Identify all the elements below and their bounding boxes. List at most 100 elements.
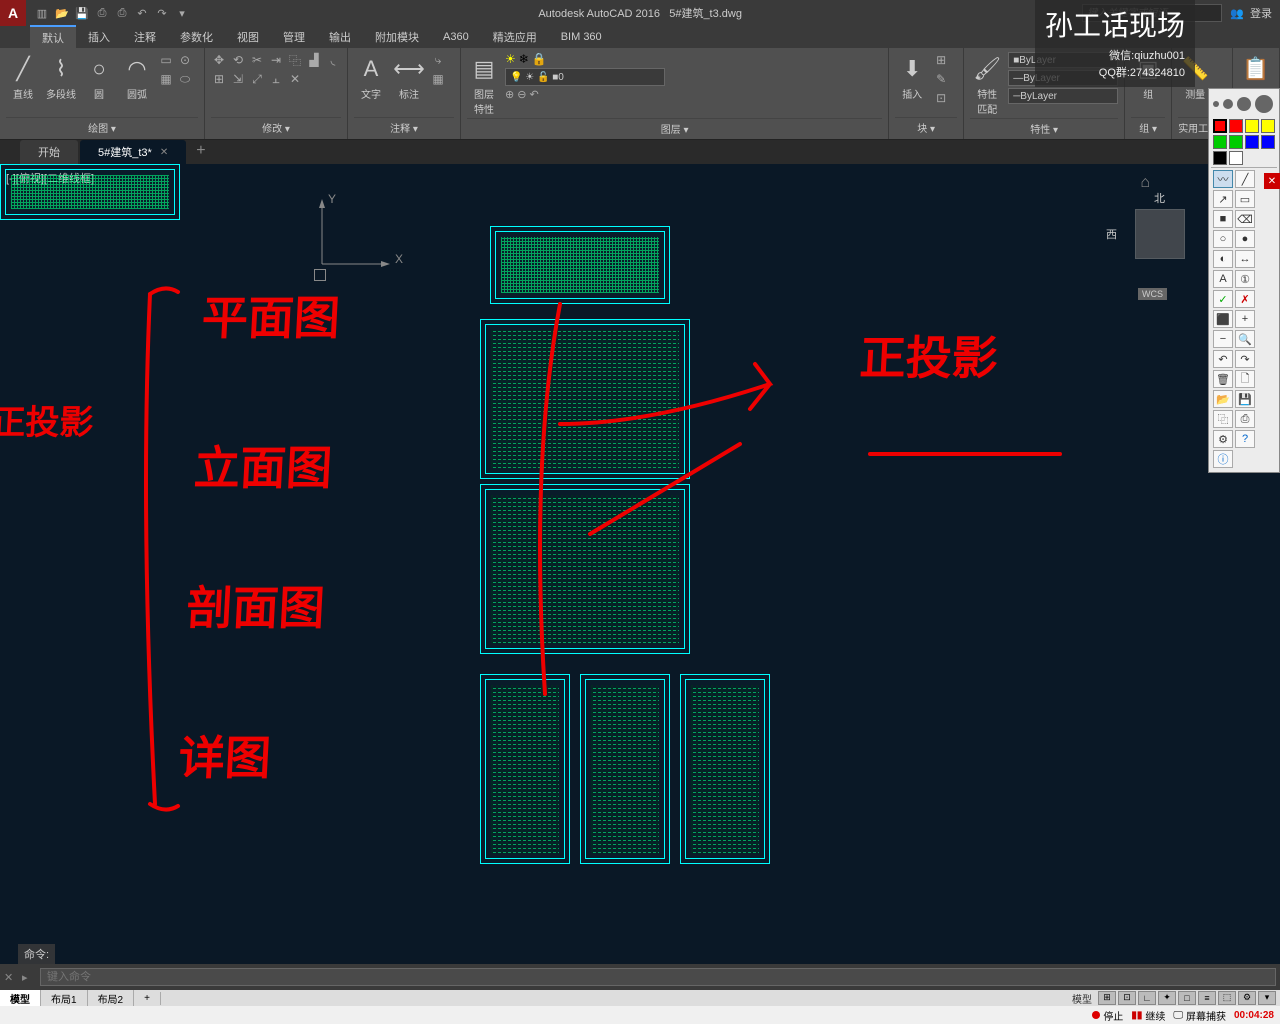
tab-insert[interactable]: 插入: [76, 26, 122, 48]
layer-match-icon[interactable]: ⊕: [505, 88, 514, 101]
fillet-icon[interactable]: ◟: [325, 52, 341, 68]
tool-ellipse[interactable]: ○: [1213, 230, 1233, 248]
color-green2[interactable]: [1229, 135, 1243, 149]
panel-modify-title[interactable]: 修改 ▾: [211, 117, 341, 135]
tool-arrow[interactable]: ↗: [1213, 190, 1233, 208]
attr-icon[interactable]: ⊡: [933, 90, 949, 106]
circle-button[interactable]: ○圆: [82, 52, 116, 103]
grid-toggle[interactable]: ⊞: [1098, 991, 1116, 1005]
tab-bim360[interactable]: BIM 360: [549, 28, 614, 46]
tool-rectfill[interactable]: ■: [1213, 210, 1233, 228]
edit-block-icon[interactable]: ✎: [933, 71, 949, 87]
tab-default[interactable]: 默认: [30, 25, 76, 49]
toolbox-close-button[interactable]: ✕: [1264, 173, 1280, 189]
panel-annot-title[interactable]: 注释 ▾: [354, 117, 454, 135]
cad-drawing-sheet[interactable]: [480, 484, 690, 654]
color-yellow[interactable]: [1245, 119, 1259, 133]
stretch-icon[interactable]: ⇲: [230, 71, 246, 87]
drawing-area[interactable]: [-][俯视][二维线框] Y X 正投影 平面图 立面图 剖面图 详图 正投影: [0, 164, 1280, 964]
osnap-toggle[interactable]: □: [1178, 991, 1196, 1005]
layer-lock-icon[interactable]: 🔒: [532, 52, 547, 66]
tool-minus[interactable]: −: [1213, 330, 1233, 348]
signin-button[interactable]: 登录: [1250, 5, 1272, 21]
tool-redo[interactable]: ↷: [1235, 350, 1255, 368]
array-icon[interactable]: ⊞: [211, 71, 227, 87]
cad-drawing-sheet[interactable]: [480, 674, 570, 864]
panel-draw-title[interactable]: 绘图 ▾: [6, 117, 198, 135]
tab-output[interactable]: 输出: [317, 26, 363, 48]
tab-annotate[interactable]: 注释: [122, 26, 168, 48]
layer-dropdown[interactable]: 💡 ☀ 🔓 ■ 0: [505, 68, 665, 86]
tool-check[interactable]: ✓: [1213, 290, 1233, 308]
tool-line[interactable]: ╱: [1235, 170, 1255, 188]
color-blue[interactable]: [1245, 135, 1259, 149]
layer-prev-icon[interactable]: ↶: [529, 88, 538, 101]
tool-number[interactable]: ①: [1235, 270, 1255, 288]
qat-plot-icon[interactable]: ⎙: [114, 5, 130, 21]
tool-copy[interactable]: ⿻: [1213, 410, 1233, 428]
tab-add-layout[interactable]: +: [134, 992, 161, 1005]
copy-icon[interactable]: ⿻: [287, 52, 303, 68]
scale-icon[interactable]: ⤢: [249, 71, 265, 87]
layer-freeze-icon[interactable]: ❄: [519, 52, 529, 66]
viewcube-west[interactable]: 西: [1106, 226, 1117, 242]
tool-freehand[interactable]: 〰: [1213, 170, 1233, 188]
rect-icon[interactable]: ▭: [158, 52, 174, 68]
qat-undo-icon[interactable]: ↶: [134, 5, 150, 21]
table-icon[interactable]: ▦: [430, 71, 446, 87]
tab-parametric[interactable]: 参数化: [168, 26, 225, 48]
color-green[interactable]: [1213, 135, 1227, 149]
line-button[interactable]: ╱直线: [6, 52, 40, 103]
tool-ellipsefill[interactable]: ●: [1235, 230, 1255, 248]
text-button[interactable]: A文字: [354, 52, 388, 103]
layer-props-button[interactable]: ▤图层 特性: [467, 52, 501, 118]
layer-off-icon[interactable]: ☀: [505, 52, 516, 66]
qat-new-icon[interactable]: ▥: [34, 5, 50, 21]
ellipse-icon[interactable]: ⬭: [177, 71, 193, 87]
tab-a360[interactable]: A360: [431, 28, 481, 46]
snap-toggle[interactable]: ⊡: [1118, 991, 1136, 1005]
color-white[interactable]: [1229, 151, 1243, 165]
tool-plus[interactable]: +: [1235, 310, 1255, 328]
infocenter-icon[interactable]: 👥: [1230, 7, 1244, 20]
qat-saveas-icon[interactable]: ⎙: [94, 5, 110, 21]
tab-addins[interactable]: 附加模块: [363, 26, 431, 48]
layer-iso-icon[interactable]: ⊖: [517, 88, 526, 101]
polar-toggle[interactable]: ✦: [1158, 991, 1176, 1005]
tab-model[interactable]: 模型: [0, 990, 41, 1007]
panel-layer-title[interactable]: 图层 ▾: [467, 118, 882, 136]
brush-size-xl[interactable]: [1255, 95, 1273, 113]
tool-info[interactable]: ⓘ: [1213, 450, 1233, 468]
tool-undo[interactable]: ↶: [1213, 350, 1233, 368]
tool-help[interactable]: ?: [1235, 430, 1255, 448]
add-tab-button[interactable]: +: [188, 138, 213, 164]
cmd-chevron-icon[interactable]: ▸: [22, 971, 36, 984]
hatch-icon[interactable]: ▦: [158, 71, 174, 87]
tab-manage[interactable]: 管理: [271, 26, 317, 48]
workspace-toggle[interactable]: ⚙: [1238, 991, 1256, 1005]
tool-save[interactable]: 💾: [1235, 390, 1255, 408]
file-tab-current[interactable]: 5#建筑_t3*✕: [80, 140, 186, 164]
tool-settings[interactable]: ⚙: [1213, 430, 1233, 448]
cad-drawing-sheet[interactable]: [490, 226, 670, 304]
app-logo[interactable]: A: [0, 0, 26, 26]
tool-doublearrow[interactable]: ↔: [1235, 250, 1255, 268]
customize-toggle[interactable]: ▾: [1258, 991, 1276, 1005]
command-input[interactable]: [40, 968, 1276, 986]
close-tab-icon[interactable]: ✕: [160, 147, 168, 158]
cad-drawing-sheet[interactable]: [580, 674, 670, 864]
recorder-capture-button[interactable]: 🖵屏幕捕获: [1173, 1008, 1226, 1023]
tool-cross[interactable]: ✗: [1235, 290, 1255, 308]
move-icon[interactable]: ✥: [211, 52, 227, 68]
panel-props-title[interactable]: 特性 ▾: [970, 118, 1118, 136]
dim-button[interactable]: ⟷标注: [392, 52, 426, 103]
cad-drawing-sheet[interactable]: [480, 319, 690, 479]
leader-icon[interactable]: ⤷: [430, 52, 446, 68]
tool-eraser[interactable]: ⌫: [1235, 210, 1255, 228]
color-blue2[interactable]: [1261, 135, 1275, 149]
mirror-icon[interactable]: ▟: [306, 52, 322, 68]
ortho-toggle[interactable]: ∟: [1138, 991, 1156, 1005]
insert-button[interactable]: ⬇插入: [895, 52, 929, 103]
erase-icon[interactable]: ✕: [287, 71, 303, 87]
color-red2[interactable]: [1229, 119, 1243, 133]
